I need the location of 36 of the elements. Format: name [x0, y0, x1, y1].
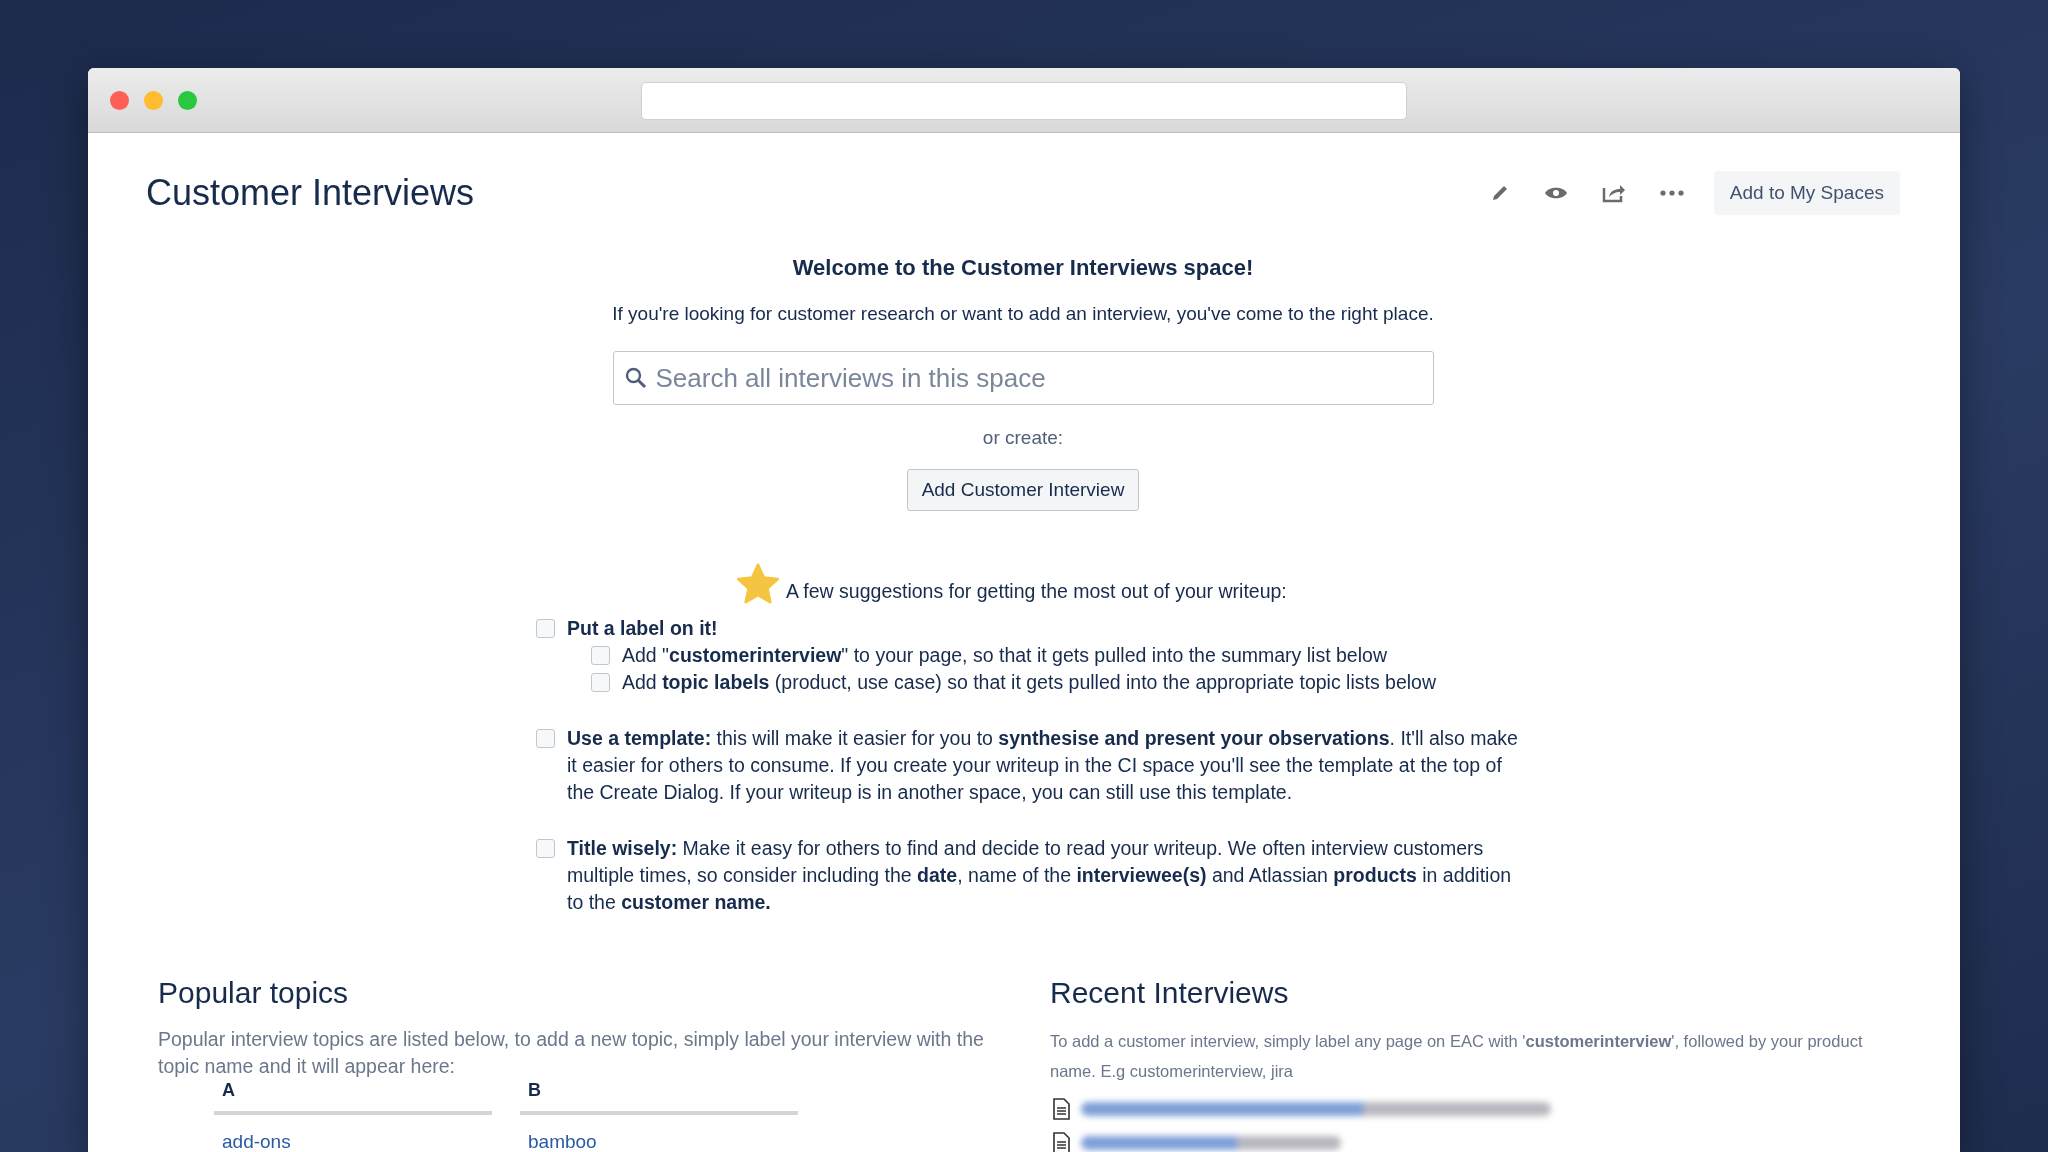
topic-link[interactable]: bamboo [528, 1131, 597, 1152]
blurred-link[interactable] [1081, 1102, 1551, 1116]
close-button[interactable] [110, 90, 129, 110]
section-description: To add a customer interview, simply label any page on EAC with 'customerinterview', followed by your product name. E.g customerinterview, jira [1050, 1031, 1864, 1082]
column-header: B [520, 1080, 798, 1115]
suggestions-intro: A few suggestions for getting the most out of your writeup: [786, 579, 1287, 604]
welcome-text: If you're looking for customer research or want to add an interview, you've come to the right place. [612, 303, 1434, 325]
search-icon [624, 367, 647, 389]
document-icon [1052, 1132, 1071, 1152]
suggestion-text: Add topic labels (product, use case) so that it gets pulled into the appropriate topic lists below [622, 670, 1437, 695]
checkbox[interactable] [536, 839, 555, 858]
address-bar[interactable] [641, 82, 1407, 120]
add-interview-button[interactable]: Add Customer Interview [906, 469, 1140, 511]
checkbox[interactable] [591, 673, 610, 692]
checkbox[interactable] [536, 729, 555, 748]
section-description: Popular interview topics are listed below, to add a new topic, simply label your interview with the topic name and it will appear here: [158, 1027, 985, 1079]
suggestion-text: Add "customerinterview" to your page, so that it gets pulled into the summary list below [622, 643, 1387, 668]
blurred-link[interactable] [1081, 1136, 1341, 1150]
search-field[interactable]: Search all interviews in this space [612, 351, 1434, 405]
zoom-button[interactable] [178, 90, 197, 110]
welcome-heading: Welcome to the Customer Interviews space! [792, 255, 1254, 281]
topic-link[interactable]: add-ons [222, 1131, 291, 1152]
checkbox[interactable] [536, 619, 555, 638]
suggestion-text: Put a label on it! [567, 616, 718, 641]
add-to-spaces-button[interactable]: Add to My Spaces [1713, 171, 1900, 215]
suggestion-text: Use a template: this will make it easier for you to synthesise and present your observations. It'll also make it easier for others to consume. If you create your writeup in the CI space you'll see the template at the top of the Create Dialog. If your writeup is in another space, you can still use this template. [567, 726, 1519, 805]
section-heading: Recent Interviews [1050, 976, 1290, 1010]
document-icon [1052, 1098, 1071, 1120]
star-icon [736, 563, 780, 605]
section-heading: Popular topics [158, 976, 350, 1010]
or-create-label: or create: [982, 427, 1064, 449]
checkbox[interactable] [591, 646, 610, 665]
page-title: Customer Interviews [146, 172, 475, 214]
suggestion-text: Title wisely: Make it easy for others to find and decide to read your writeup. We often interview customers multiple times, so consider including the date, name of the interviewee(s) and Atlassian products in addition to the customer name. [567, 836, 1513, 915]
minimize-button[interactable] [144, 90, 163, 110]
column-header: A [214, 1080, 492, 1115]
